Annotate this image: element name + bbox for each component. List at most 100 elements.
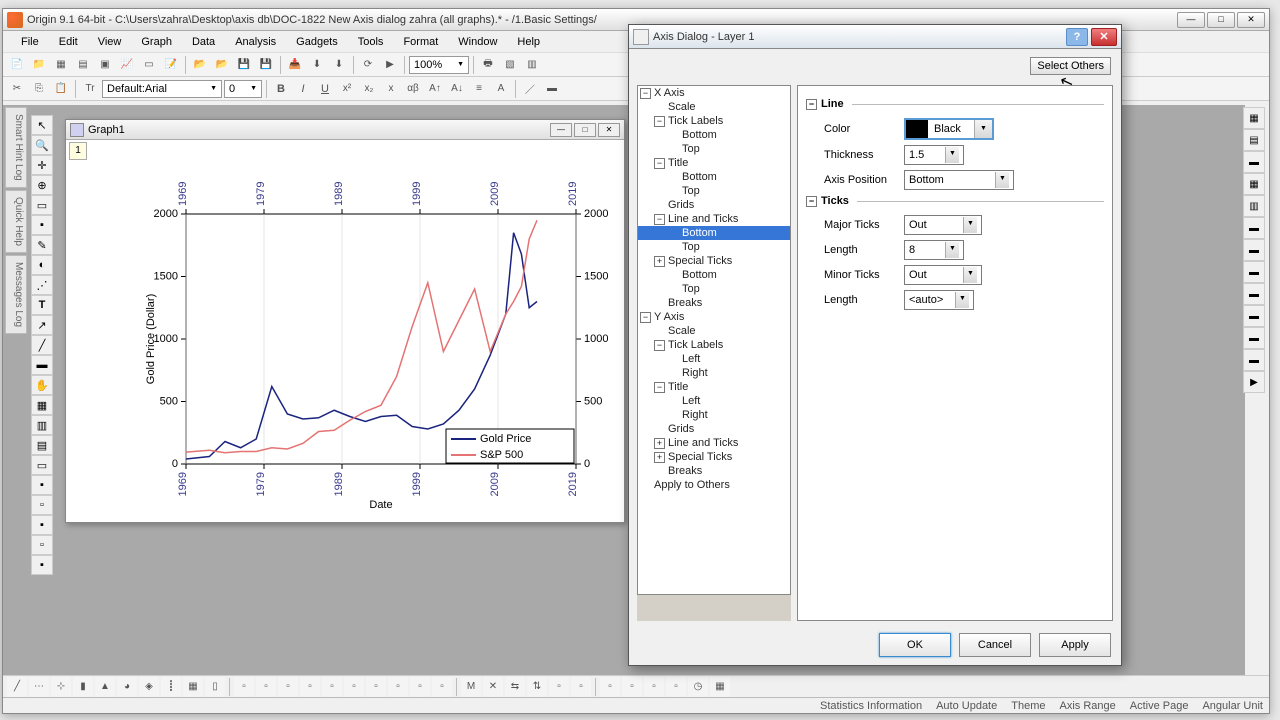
right-tool-4-icon[interactable]: ▦ xyxy=(1243,173,1265,195)
import-multiple-icon[interactable]: ⬇ xyxy=(329,55,349,75)
print-icon[interactable]: 🖶 xyxy=(478,55,498,75)
right-tool-12-icon[interactable]: ▬ xyxy=(1243,349,1265,371)
cut-icon[interactable]: ✂ xyxy=(7,79,27,99)
bt18-icon[interactable]: ▫ xyxy=(388,677,408,697)
bt16-icon[interactable]: ▫ xyxy=(344,677,364,697)
italic-icon[interactable]: I xyxy=(293,79,313,99)
thickness-combo[interactable]: 1.5▼ xyxy=(904,145,964,165)
line-tool-icon[interactable]: ╱ xyxy=(31,335,53,355)
tree-item[interactable]: Left xyxy=(638,394,790,408)
tree-item[interactable]: −X Axis xyxy=(638,86,790,100)
pan-tool-icon[interactable]: ✋ xyxy=(31,375,53,395)
minor-ticks-combo[interactable]: Out▼ xyxy=(904,265,982,285)
dialog-titlebar[interactable]: Axis Dialog - Layer 1 ? ✕ xyxy=(629,25,1121,49)
line-symbol-icon[interactable]: ⊹ xyxy=(51,677,71,697)
bt26-icon[interactable]: ▫ xyxy=(571,677,591,697)
save-template-icon[interactable]: 💾 xyxy=(256,55,276,75)
button-tool-icon[interactable]: ▭ xyxy=(31,455,53,475)
minor-length-combo[interactable]: <auto>▼ xyxy=(904,290,974,310)
new-notes-icon[interactable]: 📝 xyxy=(161,55,181,75)
annotation-icon[interactable]: ⋰ xyxy=(31,275,53,295)
tree-item[interactable]: Bottom xyxy=(638,268,790,282)
recalculate-icon[interactable]: ▶ xyxy=(380,55,400,75)
histogram-icon[interactable]: ▦ xyxy=(183,677,203,697)
major-ticks-combo[interactable]: Out▼ xyxy=(904,215,982,235)
major-length-combo[interactable]: 8▼ xyxy=(904,240,964,260)
bt29-icon[interactable]: ▫ xyxy=(644,677,664,697)
increase-font-icon[interactable]: A↑ xyxy=(425,79,445,99)
open-template-icon[interactable]: 📂 xyxy=(212,55,232,75)
code-builder-icon[interactable]: ▧ xyxy=(500,55,520,75)
tree-item[interactable]: Scale xyxy=(638,100,790,114)
tree-item[interactable]: −Tick Labels xyxy=(638,338,790,352)
dialog-help-button[interactable]: ? xyxy=(1066,28,1088,46)
import-wizard-icon[interactable]: 📥 xyxy=(285,55,305,75)
import-single-icon[interactable]: ⬇ xyxy=(307,55,327,75)
tree-item[interactable]: Bottom xyxy=(638,170,790,184)
menu-analysis[interactable]: Analysis xyxy=(225,34,286,50)
save-icon[interactable]: 💾 xyxy=(234,55,254,75)
zoom-combo[interactable]: 100%▼ xyxy=(409,56,469,74)
bt28-icon[interactable]: ▫ xyxy=(622,677,642,697)
axis-position-combo[interactable]: Bottom▼ xyxy=(904,170,1014,190)
right-tool-8-icon[interactable]: ▬ xyxy=(1243,261,1265,283)
bt12-icon[interactable]: ▫ xyxy=(256,677,276,697)
arrow-tool-icon[interactable]: ↗ xyxy=(31,315,53,335)
bt15-icon[interactable]: ▫ xyxy=(322,677,342,697)
bt27-icon[interactable]: ▫ xyxy=(600,677,620,697)
new-graph-icon[interactable]: 📈 xyxy=(117,55,137,75)
rectangle-tool-icon[interactable]: ▬ xyxy=(31,355,53,375)
bt31-icon[interactable]: ◷ xyxy=(688,677,708,697)
axis-tree[interactable]: −X AxisScale−Tick LabelsBottomTop−TitleB… xyxy=(637,85,791,595)
right-tool-6-icon[interactable]: ▬ xyxy=(1243,217,1265,239)
menu-graph[interactable]: Graph xyxy=(131,34,182,50)
tree-item[interactable]: Scale xyxy=(638,324,790,338)
pop-tool-3-icon[interactable]: ▪ xyxy=(31,515,53,535)
tree-item[interactable]: Breaks xyxy=(638,464,790,478)
new-excel-icon[interactable]: ▤ xyxy=(73,55,93,75)
tree-item[interactable]: +Special Ticks xyxy=(638,254,790,268)
tree-item[interactable]: Right xyxy=(638,366,790,380)
new-folder-icon[interactable]: 📁 xyxy=(29,55,49,75)
bt32-icon[interactable]: ▦ xyxy=(710,677,730,697)
line-color-icon[interactable]: ／ xyxy=(520,79,540,99)
menu-gadgets[interactable]: Gadgets xyxy=(286,34,348,50)
bt30-icon[interactable]: ▫ xyxy=(666,677,686,697)
pop-tool-2-icon[interactable]: ▫ xyxy=(31,495,53,515)
layer-tab[interactable]: 1 xyxy=(69,142,87,160)
draw-data-icon[interactable]: ✎ xyxy=(31,235,53,255)
refresh-icon[interactable]: ⟳ xyxy=(358,55,378,75)
script-window-icon[interactable]: ▥ xyxy=(522,55,542,75)
tree-item[interactable]: Right xyxy=(638,408,790,422)
pointer-tool-icon[interactable]: ↖ xyxy=(31,115,53,135)
tree-item[interactable]: Grids xyxy=(638,422,790,436)
decrease-font-icon[interactable]: A↓ xyxy=(447,79,467,99)
menu-tools[interactable]: Tools xyxy=(348,34,394,50)
area-plot-icon[interactable]: ▲ xyxy=(95,677,115,697)
menu-format[interactable]: Format xyxy=(393,34,448,50)
supersubscript-icon[interactable]: x xyxy=(381,79,401,99)
cancel-button[interactable]: Cancel xyxy=(959,633,1031,657)
new-matrix-icon[interactable]: ▣ xyxy=(95,55,115,75)
right-tool-11-icon[interactable]: ▬ xyxy=(1243,327,1265,349)
color-scale-icon[interactable]: ▤ xyxy=(31,435,53,455)
menu-window[interactable]: Window xyxy=(448,34,507,50)
new-project-icon[interactable]: 📄 xyxy=(7,55,27,75)
select-others-button[interactable]: Select Others xyxy=(1030,57,1111,75)
right-tool-13-icon[interactable]: ▶ xyxy=(1243,371,1265,393)
pop-tool-4-icon[interactable]: ▫ xyxy=(31,535,53,555)
tree-item[interactable]: −Title xyxy=(638,156,790,170)
maximize-button[interactable]: □ xyxy=(1207,12,1235,28)
smart-hint-tab[interactable]: Smart Hint Log xyxy=(5,107,27,188)
region-tool-icon[interactable]: ◐ xyxy=(31,255,53,275)
tree-item[interactable]: Grids xyxy=(638,198,790,212)
tree-item[interactable]: −Title xyxy=(638,380,790,394)
new-workbook-icon[interactable]: ▦ xyxy=(51,55,71,75)
box-plot-icon[interactable]: ▯ xyxy=(205,677,225,697)
tree-item[interactable]: −Line and Ticks xyxy=(638,212,790,226)
graph-close-button[interactable]: ✕ xyxy=(598,123,620,137)
tree-item[interactable]: Top xyxy=(638,184,790,198)
subscript-icon[interactable]: x₂ xyxy=(359,79,379,99)
axis-tool-icon[interactable]: ▥ xyxy=(31,415,53,435)
scatter-plot-icon[interactable]: ⋯ xyxy=(29,677,49,697)
